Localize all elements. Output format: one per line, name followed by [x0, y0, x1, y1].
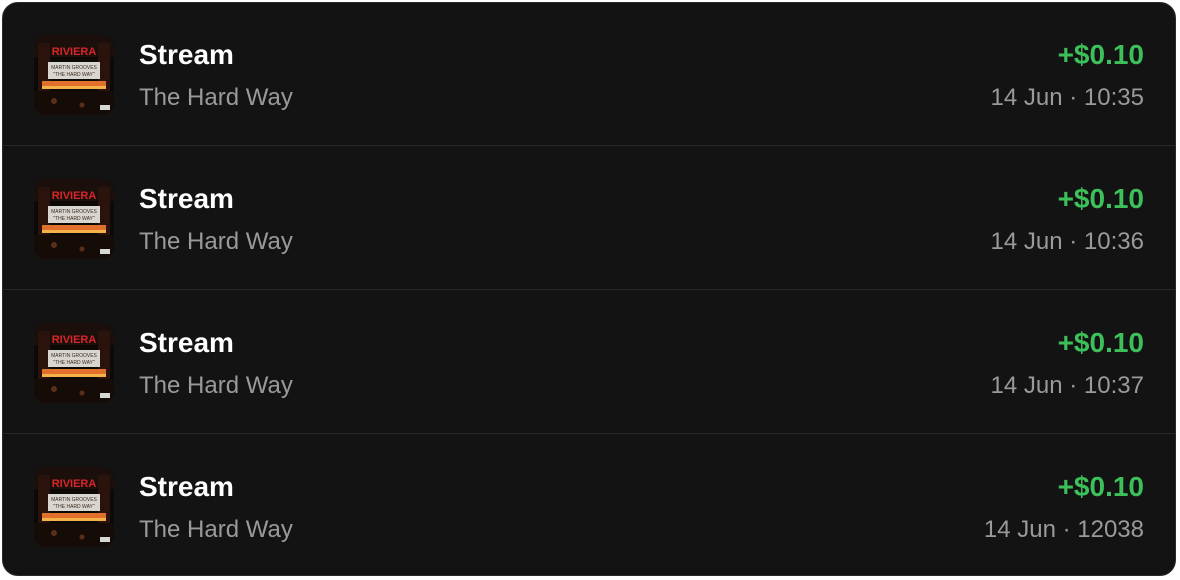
marquee-line-2: "THE HARD WAY"	[53, 360, 95, 366]
track-name: The Hard Way	[139, 84, 293, 111]
timestamp: 14 Jun · 10:35	[990, 84, 1144, 111]
album-art-thumbnail: RIVIERA MARTIN GROOVES "THE HARD WAY"	[34, 323, 114, 403]
amount: +$0.10	[1057, 327, 1144, 358]
marquee-top-text: RIVIERA	[52, 46, 97, 58]
timestamp: 14 Jun · 12038	[983, 516, 1144, 543]
marquee-line-1: MARTIN GROOVES	[51, 65, 97, 71]
transaction-row[interactable]: RIVIERA MARTIN GROOVES "THE HARD WAY" St…	[3, 147, 1175, 290]
marquee-top-text: RIVIERA	[52, 334, 97, 346]
amount: +$0.10	[1057, 183, 1144, 214]
amount: +$0.10	[1057, 471, 1144, 502]
album-art-icon: RIVIERA MARTIN GROOVES "THE HARD WAY"	[34, 323, 114, 403]
marquee-line-1: MARTIN GROOVES	[51, 497, 97, 503]
transaction-title: Stream	[139, 183, 234, 214]
album-art-thumbnail: RIVIERA MARTIN GROOVES "THE HARD WAY"	[34, 35, 114, 115]
album-art-thumbnail: RIVIERA MARTIN GROOVES "THE HARD WAY"	[34, 179, 114, 259]
track-name: The Hard Way	[139, 516, 293, 543]
transaction-title: Stream	[139, 39, 234, 70]
transaction-list: RIVIERA MARTIN GROOVES "THE HARD WAY" St…	[2, 2, 1176, 576]
marquee-line-1: MARTIN GROOVES	[51, 353, 97, 359]
album-art-icon: RIVIERA MARTIN GROOVES "THE HARD WAY"	[34, 467, 114, 547]
transaction-title: Stream	[139, 327, 234, 358]
album-art-icon: RIVIERA MARTIN GROOVES "THE HARD WAY"	[34, 35, 114, 115]
transaction-title: Stream	[139, 471, 234, 502]
track-name: The Hard Way	[139, 228, 293, 255]
transaction-row[interactable]: RIVIERA MARTIN GROOVES "THE HARD WAY" St…	[3, 3, 1175, 146]
album-art-thumbnail: RIVIERA MARTIN GROOVES "THE HARD WAY"	[34, 467, 114, 547]
transaction-row[interactable]: RIVIERA MARTIN GROOVES "THE HARD WAY" St…	[3, 291, 1175, 434]
marquee-top-text: RIVIERA	[52, 190, 97, 202]
transaction-row[interactable]: RIVIERA MARTIN GROOVES "THE HARD WAY" St…	[3, 435, 1175, 575]
marquee-top-text: RIVIERA	[52, 478, 97, 490]
marquee-line-1: MARTIN GROOVES	[51, 209, 97, 215]
album-art-icon: RIVIERA MARTIN GROOVES "THE HARD WAY"	[34, 179, 114, 259]
timestamp: 14 Jun · 10:37	[990, 372, 1144, 399]
amount: +$0.10	[1057, 39, 1144, 70]
marquee-line-2: "THE HARD WAY"	[53, 216, 95, 222]
marquee-line-2: "THE HARD WAY"	[53, 72, 95, 78]
marquee-line-2: "THE HARD WAY"	[53, 504, 95, 510]
timestamp: 14 Jun · 10:36	[990, 228, 1144, 255]
track-name: The Hard Way	[139, 372, 293, 399]
